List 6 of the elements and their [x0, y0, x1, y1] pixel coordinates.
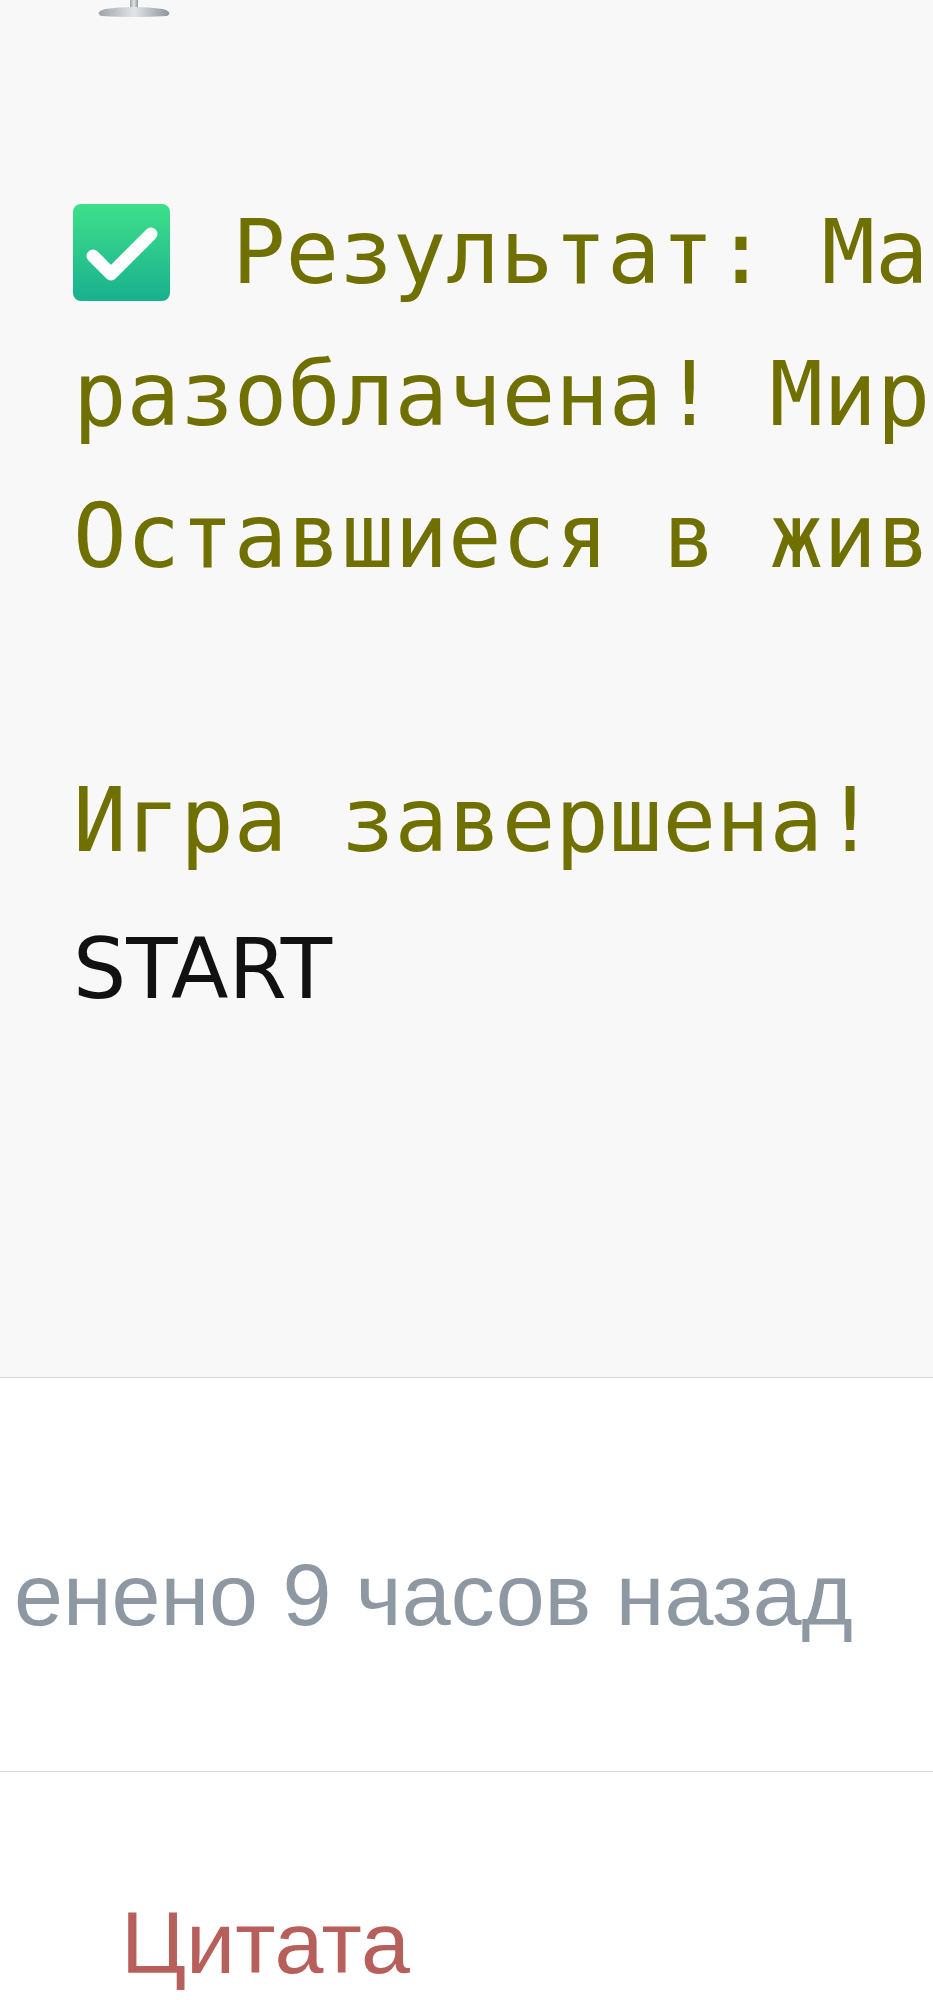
console-line: Оставшиеся в жив [73, 483, 931, 590]
console-line: Результат: Ма [232, 199, 929, 306]
console-line: START [73, 919, 333, 1020]
check-icon [73, 203, 170, 301]
console-line: разоблачена! Мир [73, 341, 931, 448]
console-line: Игра завершена! [73, 767, 877, 874]
